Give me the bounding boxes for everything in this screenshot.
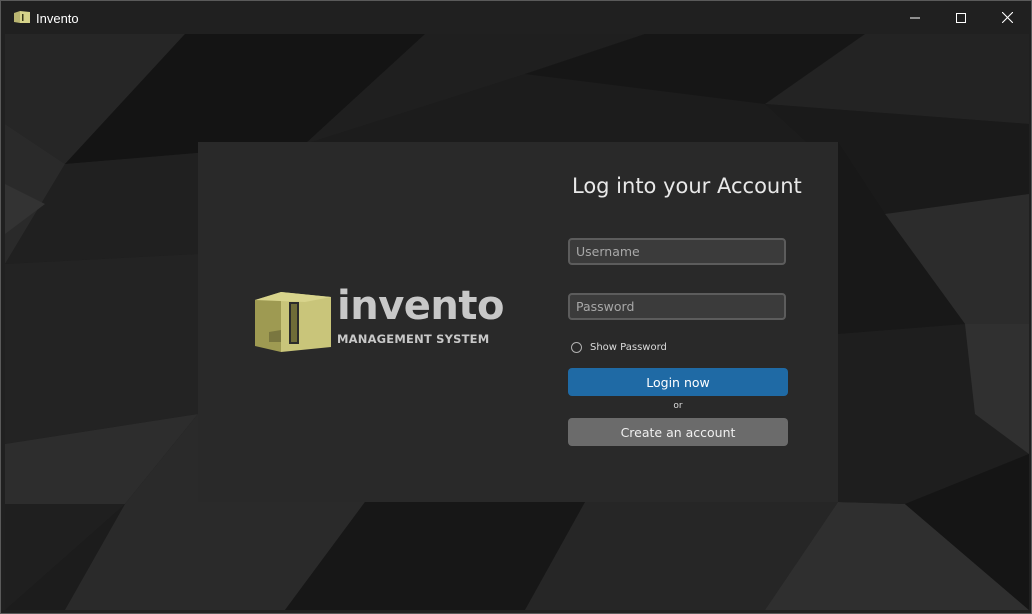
maximize-icon xyxy=(956,12,966,23)
logo-wordmark: invento xyxy=(337,283,504,329)
window-title: Invento xyxy=(36,11,79,26)
close-button[interactable] xyxy=(984,1,1030,34)
login-button[interactable]: Login now xyxy=(568,368,788,396)
form-title: Log into your Account xyxy=(572,174,802,198)
show-password-toggle[interactable]: Show Password xyxy=(571,340,667,354)
logo-tagline: MANAGEMENT SYSTEM xyxy=(337,332,490,346)
title-bar[interactable]: Invento xyxy=(1,1,1031,34)
app-logo-icon xyxy=(14,11,30,23)
or-separator: or xyxy=(673,401,683,411)
close-icon xyxy=(1001,12,1013,23)
show-password-label: Show Password xyxy=(590,341,667,353)
window-content: invento MANAGEMENT SYSTEM Log into your … xyxy=(5,34,1029,610)
app-window: Invento invento MANAGEMENT SYSTEM Log in… xyxy=(0,0,1032,614)
username-input[interactable] xyxy=(568,238,786,265)
minimize-button[interactable] xyxy=(892,1,938,34)
password-input[interactable] xyxy=(568,293,786,320)
login-card: invento MANAGEMENT SYSTEM Log into your … xyxy=(198,142,838,502)
minimize-icon xyxy=(910,17,920,18)
create-account-button[interactable]: Create an account xyxy=(568,418,788,446)
show-password-radio[interactable] xyxy=(571,341,582,353)
invento-logo: invento MANAGEMENT SYSTEM xyxy=(253,286,504,354)
box-logo-icon xyxy=(255,292,331,352)
maximize-button[interactable] xyxy=(938,1,984,34)
